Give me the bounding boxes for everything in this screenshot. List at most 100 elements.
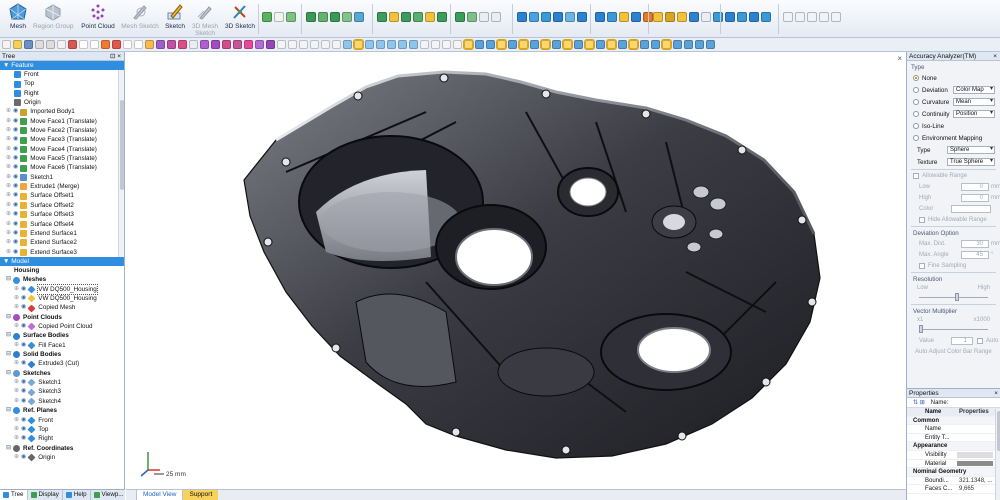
visibility-icon[interactable]: ◉ (21, 387, 26, 396)
expand-icon[interactable]: ⊕ (6, 163, 11, 172)
expand-icon[interactable]: ⊕ (14, 434, 19, 443)
vector-multiplier-slider[interactable] (919, 323, 988, 335)
radio-none[interactable]: None (907, 72, 1000, 84)
model-item[interactable]: ⊕ ◉ Fill Face1 (4, 341, 124, 350)
close-icon[interactable]: × (994, 389, 998, 398)
model-viewport[interactable]: 25 mm × Model View Support (126, 52, 906, 500)
property-row[interactable]: Material (907, 460, 1000, 469)
properties-scrollbar[interactable] (995, 409, 1000, 500)
move-icon[interactable] (479, 12, 489, 22)
expand-icon[interactable]: ⊕ (6, 135, 11, 144)
visibility-icon[interactable]: ◉ (13, 248, 18, 257)
low-input[interactable]: 0 (961, 182, 989, 191)
col-name-header[interactable]: Name (907, 408, 957, 416)
rect-select-icon[interactable] (123, 40, 132, 49)
property-row[interactable]: Visibility (907, 451, 1000, 460)
model-group[interactable]: ⊟ Surface Bodies (4, 331, 124, 340)
high-input[interactable]: 0 (961, 193, 989, 202)
visibility-icon[interactable]: ◉ (21, 416, 26, 425)
draft-icon[interactable] (413, 12, 423, 22)
viewport-close-icon[interactable]: × (897, 54, 902, 63)
feature-item[interactable]: ⊕ ◉ Surface Offset3 (4, 210, 124, 219)
expand-icon[interactable]: ⊕ (6, 126, 11, 135)
feature-item[interactable]: ⊕ ◉ Extend Surface2 (4, 238, 124, 247)
visibility-icon[interactable]: ◉ (13, 163, 18, 172)
model-item[interactable]: ⊕ ◉ Copied Mesh (4, 303, 124, 313)
feature-item[interactable]: ⊕ ◉ Surface Offset2 (4, 201, 124, 210)
collapse-icon[interactable]: ⊟ (6, 350, 11, 359)
feature-item[interactable]: ⊕ ◉ Imported Body1 (4, 107, 124, 116)
collapse-icon[interactable]: ⊟ (6, 331, 11, 340)
model-item[interactable]: ⊕ ◉ Right (4, 434, 124, 443)
texture-select[interactable]: True Sphere (947, 158, 995, 166)
model-root[interactable]: Housing (4, 266, 124, 275)
visibility-icon[interactable]: ◉ (21, 434, 26, 443)
feature-item[interactable]: ⊕ ◉ Surface Offset1 (4, 191, 124, 200)
label-display-icon[interactable] (640, 40, 649, 49)
collapse-icon[interactable]: ⊟ (6, 406, 11, 415)
visibility-icon[interactable]: ◉ (21, 285, 26, 294)
model-group[interactable]: ⊟ Solid Bodies (4, 350, 124, 359)
model-item[interactable]: ⊕ ◉ Extrude3 (Cut) (4, 359, 124, 369)
smooth-icon[interactable] (677, 12, 687, 22)
feature-item[interactable]: ⊕ ◉ Surface Offset4 (4, 220, 124, 229)
flat-view-icon[interactable] (431, 40, 440, 49)
collapse-icon[interactable]: ⊟ (6, 275, 11, 284)
fill-holes-icon[interactable] (689, 12, 699, 22)
hide-allowable-row[interactable]: Hide Allowable Range (911, 214, 996, 225)
radio-curvature[interactable]: Curvature Mean (907, 96, 1000, 108)
trim-icon[interactable] (437, 12, 447, 22)
visibility-icon[interactable]: ◉ (21, 303, 26, 312)
property-row[interactable]: Entity T... (907, 434, 1000, 443)
view-iso-icon[interactable] (343, 40, 352, 49)
radio-environment-mapping[interactable]: Environment Mapping (907, 132, 1000, 144)
tab-support[interactable]: Support (183, 490, 219, 500)
shell-icon[interactable] (401, 12, 411, 22)
property-group-row[interactable]: Appearance (907, 442, 1000, 451)
point-cloud-button[interactable]: Point Cloud (80, 2, 116, 36)
close-icon[interactable]: × (993, 52, 997, 61)
fillet-icon[interactable] (377, 12, 387, 22)
feature-item[interactable]: ⊕ ◉ Extend Surface1 (4, 229, 124, 238)
tab-model-view[interactable]: Model View (136, 490, 184, 500)
expand-icon[interactable]: ⊕ (14, 294, 19, 303)
feature-display-icon[interactable] (596, 40, 605, 49)
feature-scrollbar[interactable] (118, 70, 124, 257)
curvature-icon[interactable] (607, 12, 617, 22)
collapse-icon[interactable]: ⊟ (6, 369, 11, 378)
visibility-icon[interactable]: ◉ (21, 378, 26, 387)
mirror-icon[interactable] (467, 12, 477, 22)
points-display-icon[interactable] (574, 40, 583, 49)
visibility-icon[interactable]: ◉ (13, 220, 18, 229)
expand-icon[interactable]: ⊕ (6, 173, 11, 182)
sketch-button[interactable]: Sketch (163, 2, 187, 36)
surface-filter-icon[interactable] (222, 40, 231, 49)
select-icon[interactable] (79, 40, 88, 49)
visibility-icon[interactable]: ◉ (21, 359, 26, 368)
feature-item[interactable]: Origin (4, 98, 124, 107)
window-select-icon[interactable] (134, 40, 143, 49)
fit-icon[interactable] (517, 12, 527, 22)
sketch-display-icon[interactable] (530, 40, 539, 49)
3d-mesh-sketch-button[interactable]: 3D Mesh Sketch (190, 2, 220, 37)
wireframe-view-icon[interactable] (365, 40, 374, 49)
body-filter-icon[interactable] (189, 40, 198, 49)
target-icon[interactable] (819, 12, 829, 22)
optimize-icon[interactable] (713, 12, 723, 22)
coordinate-icon[interactable] (761, 12, 771, 22)
feature-filter-icon[interactable] (244, 40, 253, 49)
tolerance-icon[interactable] (807, 12, 817, 22)
visibility-icon[interactable]: ◉ (13, 173, 18, 182)
visibility-icon[interactable]: ◉ (13, 107, 18, 116)
model-item[interactable]: ⊕ ◉ Origin (4, 453, 124, 462)
feature-item[interactable]: Right (4, 89, 124, 98)
copy-icon[interactable] (491, 12, 501, 22)
model-item[interactable]: ⊕ ◉ Copied Point Cloud (4, 322, 124, 331)
normals-view-icon[interactable] (409, 40, 418, 49)
region-group-button[interactable]: Region Group (33, 2, 73, 36)
mesh-button[interactable]: Mesh (4, 2, 32, 36)
sort-icon[interactable]: ⇅ ⊞ (913, 399, 925, 406)
model-item[interactable]: ⊕ ◉ Front (4, 416, 124, 425)
register-icon[interactable] (749, 12, 759, 22)
auto-adjust-button[interactable]: Auto Adjust Color Bar Range (911, 346, 996, 357)
